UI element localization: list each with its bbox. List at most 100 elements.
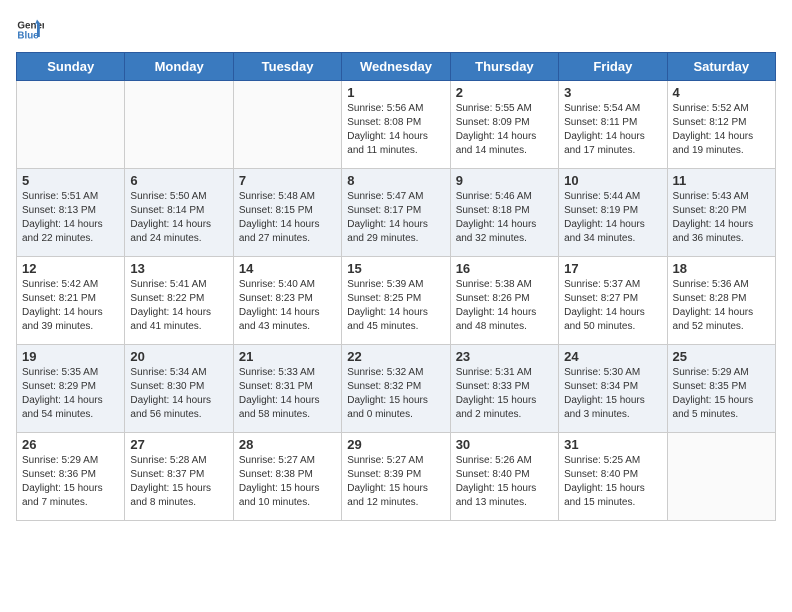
day-number: 15 [347,261,444,276]
day-cell: 5 Sunrise: 5:51 AM Sunset: 8:13 PM Daylig… [17,169,125,257]
day-info: Sunrise: 5:25 AM Sunset: 8:40 PM Dayligh… [564,454,661,510]
day-cell: 8Sunrise: 5:47 AM Sunset: 8:17 PM Daylig… [342,169,450,257]
day-number: 14 [239,261,336,276]
week-row-3: 12Sunrise: 5:42 AM Sunset: 8:21 PM Dayli… [17,257,776,345]
day-cell: 28Sunrise: 5:27 AM Sunset: 8:38 PM Dayli… [233,433,341,521]
day-info: Sunrise: 5:27 AM Sunset: 8:38 PM Dayligh… [239,454,336,510]
day-cell [667,433,775,521]
day-cell [17,81,125,169]
day-cell: 29Sunrise: 5:27 AM Sunset: 8:39 PM Dayli… [342,433,450,521]
day-number: 4 [673,85,770,100]
day-info: Sunrise: 5:35 AM Sunset: 8:29 PM Dayligh… [22,366,119,422]
day-cell: 30 Sunrise: 5:26 AM Sunset: 8:40 PM Dayli… [450,433,558,521]
day-header-saturday: Saturday [667,53,775,81]
day-info: Sunrise: 5:47 AM Sunset: 8:17 PM Dayligh… [347,190,444,246]
day-cell: 25 Sunrise: 5:29 AM Sunset: 8:35 PM Dayli… [667,345,775,433]
day-cell: 21 Sunrise: 5:33 AM Sunset: 8:31 PM Dayli… [233,345,341,433]
day-info: Sunrise: 5:26 AM Sunset: 8:40 PM Dayligh… [456,454,553,510]
day-info: Sunrise: 5:48 AM Sunset: 8:15 PM Dayligh… [239,190,336,246]
day-cell: 26Sunrise: 5:29 AM Sunset: 8:36 PM Dayli… [17,433,125,521]
day-cell: 17 Sunrise: 5:37 AM Sunset: 8:27 PM Dayli… [559,257,667,345]
day-number: 25 [673,349,770,364]
logo-icon: General Blue [16,16,44,44]
day-info: Sunrise: 5:56 AM Sunset: 8:08 PM Dayligh… [347,102,444,158]
day-cell: 2 Sunrise: 5:55 AM Sunset: 8:09 PM Daylig… [450,81,558,169]
day-number: 23 [456,349,553,364]
day-number: 24 [564,349,661,364]
day-info: Sunrise: 5:42 AM Sunset: 8:21 PM Dayligh… [22,278,119,334]
day-cell: 14 Sunrise: 5:40 AM Sunset: 8:23 PM Dayli… [233,257,341,345]
day-info: Sunrise: 5:33 AM Sunset: 8:31 PM Dayligh… [239,366,336,422]
day-info: Sunrise: 5:37 AM Sunset: 8:27 PM Dayligh… [564,278,661,334]
day-info: Sunrise: 5:43 AM Sunset: 8:20 PM Dayligh… [673,190,770,246]
day-number: 18 [673,261,770,276]
day-number: 17 [564,261,661,276]
logo: General Blue [16,16,44,44]
day-number: 3 [564,85,661,100]
week-row-1: 1 Sunrise: 5:56 AM Sunset: 8:08 PM Daylig… [17,81,776,169]
day-number: 7 [239,173,336,188]
day-number: 27 [130,437,227,452]
day-header-friday: Friday [559,53,667,81]
day-number: 2 [456,85,553,100]
day-cell: 23 Sunrise: 5:31 AM Sunset: 8:33 PM Dayli… [450,345,558,433]
day-info: Sunrise: 5:50 AM Sunset: 8:14 PM Dayligh… [130,190,227,246]
day-info: Sunrise: 5:52 AM Sunset: 8:12 PM Dayligh… [673,102,770,158]
day-cell [125,81,233,169]
day-number: 9 [456,173,553,188]
day-header-wednesday: Wednesday [342,53,450,81]
day-cell: 6 Sunrise: 5:50 AM Sunset: 8:14 PM Daylig… [125,169,233,257]
week-row-5: 26Sunrise: 5:29 AM Sunset: 8:36 PM Dayli… [17,433,776,521]
svg-text:Blue: Blue [17,30,39,41]
day-info: Sunrise: 5:32 AM Sunset: 8:32 PM Dayligh… [347,366,444,422]
day-number: 10 [564,173,661,188]
day-number: 29 [347,437,444,452]
day-info: Sunrise: 5:29 AM Sunset: 8:35 PM Dayligh… [673,366,770,422]
day-number: 6 [130,173,227,188]
day-number: 13 [130,261,227,276]
day-cell: 18Sunrise: 5:36 AM Sunset: 8:28 PM Dayli… [667,257,775,345]
day-cell: 16 Sunrise: 5:38 AM Sunset: 8:26 PM Dayli… [450,257,558,345]
day-cell: 19Sunrise: 5:35 AM Sunset: 8:29 PM Dayli… [17,345,125,433]
day-info: Sunrise: 5:55 AM Sunset: 8:09 PM Dayligh… [456,102,553,158]
day-cell: 7 Sunrise: 5:48 AM Sunset: 8:15 PM Daylig… [233,169,341,257]
days-header-row: SundayMondayTuesdayWednesdayThursdayFrid… [17,53,776,81]
day-header-thursday: Thursday [450,53,558,81]
day-info: Sunrise: 5:30 AM Sunset: 8:34 PM Dayligh… [564,366,661,422]
day-number: 21 [239,349,336,364]
day-info: Sunrise: 5:28 AM Sunset: 8:37 PM Dayligh… [130,454,227,510]
day-cell: 15 Sunrise: 5:39 AM Sunset: 8:25 PM Dayli… [342,257,450,345]
day-number: 31 [564,437,661,452]
day-number: 20 [130,349,227,364]
day-number: 16 [456,261,553,276]
week-row-2: 5 Sunrise: 5:51 AM Sunset: 8:13 PM Daylig… [17,169,776,257]
day-info: Sunrise: 5:38 AM Sunset: 8:26 PM Dayligh… [456,278,553,334]
day-cell: 22 Sunrise: 5:32 AM Sunset: 8:32 PM Dayli… [342,345,450,433]
day-cell: 10 Sunrise: 5:44 AM Sunset: 8:19 PM Dayli… [559,169,667,257]
day-cell: 24 Sunrise: 5:30 AM Sunset: 8:34 PM Dayli… [559,345,667,433]
day-cell: 1 Sunrise: 5:56 AM Sunset: 8:08 PM Daylig… [342,81,450,169]
day-cell: 27 Sunrise: 5:28 AM Sunset: 8:37 PM Dayli… [125,433,233,521]
day-cell: 4 Sunrise: 5:52 AM Sunset: 8:12 PM Daylig… [667,81,775,169]
page-header: General Blue [16,16,776,44]
day-number: 22 [347,349,444,364]
day-info: Sunrise: 5:46 AM Sunset: 8:18 PM Dayligh… [456,190,553,246]
day-cell: 20 Sunrise: 5:34 AM Sunset: 8:30 PM Dayli… [125,345,233,433]
day-info: Sunrise: 5:54 AM Sunset: 8:11 PM Dayligh… [564,102,661,158]
day-info: Sunrise: 5:41 AM Sunset: 8:22 PM Dayligh… [130,278,227,334]
day-info: Sunrise: 5:44 AM Sunset: 8:19 PM Dayligh… [564,190,661,246]
day-info: Sunrise: 5:34 AM Sunset: 8:30 PM Dayligh… [130,366,227,422]
week-row-4: 19Sunrise: 5:35 AM Sunset: 8:29 PM Dayli… [17,345,776,433]
day-cell: 3 Sunrise: 5:54 AM Sunset: 8:11 PM Daylig… [559,81,667,169]
day-number: 5 [22,173,119,188]
day-info: Sunrise: 5:51 AM Sunset: 8:13 PM Dayligh… [22,190,119,246]
day-number: 30 [456,437,553,452]
day-number: 1 [347,85,444,100]
day-header-tuesday: Tuesday [233,53,341,81]
day-cell: 13 Sunrise: 5:41 AM Sunset: 8:22 PM Dayli… [125,257,233,345]
day-info: Sunrise: 5:39 AM Sunset: 8:25 PM Dayligh… [347,278,444,334]
day-info: Sunrise: 5:40 AM Sunset: 8:23 PM Dayligh… [239,278,336,334]
day-info: Sunrise: 5:31 AM Sunset: 8:33 PM Dayligh… [456,366,553,422]
day-info: Sunrise: 5:29 AM Sunset: 8:36 PM Dayligh… [22,454,119,510]
day-cell: 31 Sunrise: 5:25 AM Sunset: 8:40 PM Dayli… [559,433,667,521]
